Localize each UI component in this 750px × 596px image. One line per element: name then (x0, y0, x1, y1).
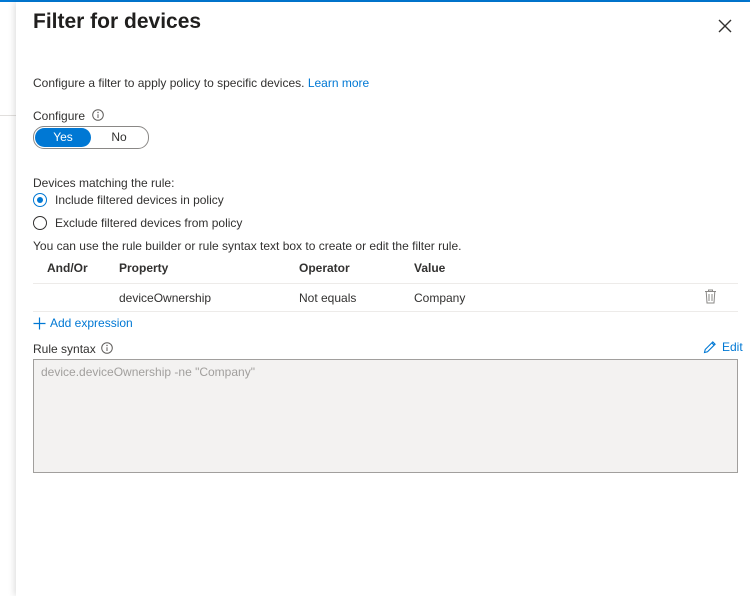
header-andor: And/Or (47, 261, 88, 275)
rule-syntax-label: Rule syntax (33, 342, 113, 357)
header-operator: Operator (299, 261, 350, 275)
close-button[interactable] (715, 16, 735, 36)
configure-label-text: Configure (33, 109, 86, 123)
configure-toggle[interactable]: Yes No (33, 126, 149, 149)
edit-label: Edit (722, 340, 743, 354)
toggle-no[interactable]: No (91, 128, 147, 147)
edit-icon (703, 341, 716, 354)
row-value[interactable]: Company (414, 291, 465, 305)
radio-include[interactable]: Include filtered devices in policy (33, 193, 224, 207)
filter-panel: Filter for devices Configure a filter to… (16, 2, 750, 596)
rule-syntax-textbox[interactable]: device.deviceOwnership -ne "Company" (33, 359, 738, 473)
radio-include-label: Include filtered devices in policy (55, 193, 224, 207)
configure-label: Configure (33, 109, 105, 124)
background-blade (0, 2, 16, 596)
add-expression-label: Add expression (50, 316, 133, 330)
rule-syntax-label-text: Rule syntax (33, 342, 96, 356)
radio-include-dot[interactable] (33, 193, 47, 207)
radio-exclude-label: Exclude filtered devices from policy (55, 216, 243, 230)
panel-title: Filter for devices (33, 10, 202, 33)
panel-description: Configure a filter to apply policy to sp… (33, 76, 369, 90)
delete-row-button[interactable] (704, 289, 717, 304)
edit-button[interactable]: Edit (703, 340, 743, 354)
toggle-yes[interactable]: Yes (35, 128, 91, 147)
close-icon (718, 19, 732, 33)
learn-more-link[interactable]: Learn more (308, 76, 369, 90)
header-property: Property (119, 261, 169, 275)
delete-icon (705, 289, 716, 304)
row-divider (33, 311, 738, 312)
radio-exclude-dot[interactable] (33, 216, 47, 230)
add-expression-button[interactable]: Add expression (33, 316, 133, 330)
add-icon (33, 317, 46, 329)
rule-syntax-info-icon[interactable] (101, 342, 113, 357)
info-icon[interactable] (92, 109, 105, 124)
header-value: Value (414, 261, 446, 275)
matching-label: Devices matching the rule: (33, 176, 175, 190)
description-text: Configure a filter to apply policy to sp… (33, 76, 305, 90)
row-operator[interactable]: Not equals (299, 291, 356, 305)
radio-exclude[interactable]: Exclude filtered devices from policy (33, 216, 242, 230)
table-divider (33, 283, 738, 284)
row-property[interactable]: deviceOwnership (119, 291, 211, 305)
rule-syntax-value: device.deviceOwnership -ne "Company" (41, 365, 255, 379)
builder-hint: You can use the rule builder or rule syn… (33, 239, 462, 253)
